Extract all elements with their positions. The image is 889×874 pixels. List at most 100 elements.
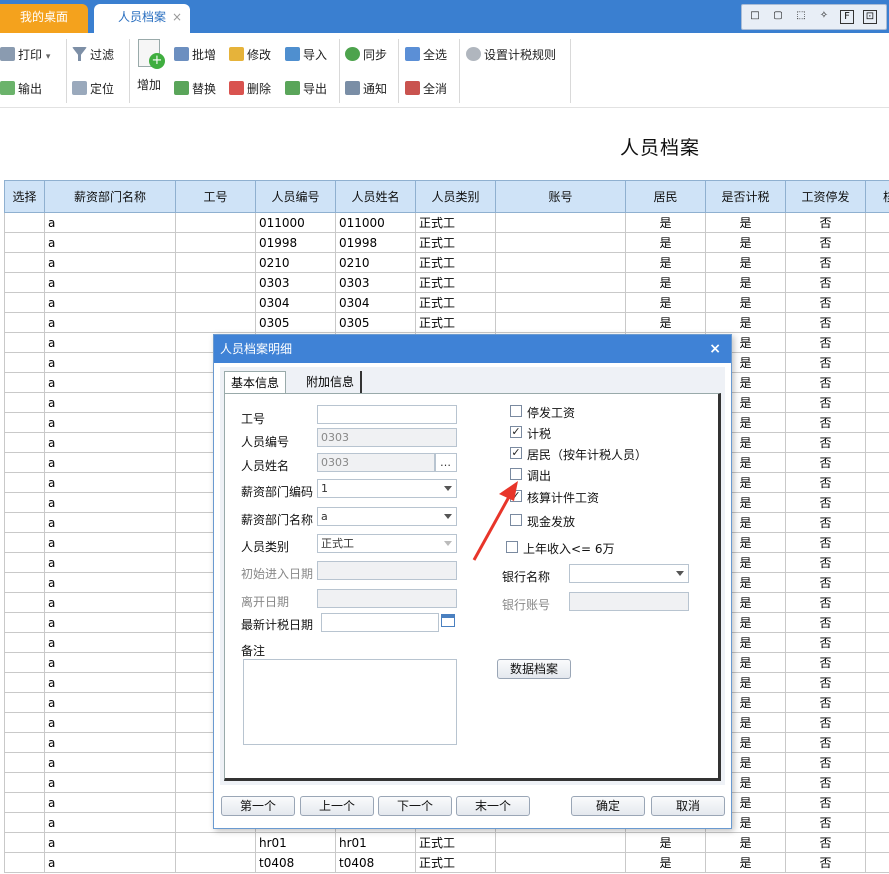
checkbox[interactable] [510, 405, 522, 417]
add-button[interactable]: + 增加 [135, 39, 167, 99]
checkbox[interactable] [506, 541, 518, 553]
checkbox[interactable]: ✓ [510, 426, 522, 438]
output-button[interactable]: 输出 [0, 79, 42, 99]
column-header[interactable]: 薪资部门名称 [44, 180, 176, 213]
batch-add-button[interactable]: 批增 [174, 45, 216, 65]
table-cell[interactable] [4, 832, 45, 853]
deselect-all-button[interactable]: 全消 [405, 79, 447, 99]
checkbox[interactable] [510, 468, 522, 480]
table-cell[interactable] [4, 552, 45, 573]
ok-button[interactable]: 确定 [571, 796, 645, 816]
table-cell[interactable] [4, 332, 45, 353]
dialog-title-bar[interactable]: 人员档案明细 × [214, 335, 731, 363]
chevron-down-icon[interactable]: ▾ [46, 52, 51, 62]
table-cell[interactable] [4, 712, 45, 733]
table-cell[interactable] [4, 692, 45, 713]
table-row[interactable]: a 01998 01998 正式工是是否 [4, 232, 889, 253]
replace-button[interactable]: 替换 [174, 79, 216, 99]
dept-name-select[interactable]: a [317, 507, 457, 526]
column-header[interactable]: 人员编号 [255, 180, 336, 213]
table-cell[interactable] [4, 212, 45, 233]
tab-personnel-file[interactable]: 人员档案 × [94, 4, 190, 33]
table-row[interactable]: a hr01 hr01 正式工是是否 [4, 832, 889, 853]
notify-button[interactable]: 通知 [345, 79, 387, 99]
column-header[interactable]: 人员姓名 [335, 180, 416, 213]
emp-no-field[interactable]: 0303 [317, 428, 457, 447]
table-cell[interactable] [4, 512, 45, 533]
f-icon[interactable]: F [840, 10, 854, 24]
bank-name-select[interactable] [569, 564, 689, 583]
table-cell[interactable] [4, 452, 45, 473]
sparkle-icon[interactable]: ✧ [817, 10, 831, 24]
table-cell[interactable] [4, 532, 45, 553]
name-field[interactable]: 0303 [317, 453, 435, 472]
modify-button[interactable]: 修改 [229, 45, 271, 65]
table-cell[interactable] [4, 472, 45, 493]
table-cell[interactable] [4, 592, 45, 613]
table-cell[interactable] [4, 612, 45, 633]
column-header[interactable]: 账号 [495, 180, 626, 213]
dotted-frame-icon[interactable]: ⬚ [794, 10, 808, 24]
table-row[interactable]: a 0305 0305 正式工是是否 [4, 312, 889, 333]
table-cell[interactable] [4, 292, 45, 313]
calendar-icon[interactable] [441, 614, 455, 627]
table-cell[interactable] [4, 372, 45, 393]
checkbox[interactable]: ✓ [510, 447, 522, 459]
table-cell[interactable] [4, 772, 45, 793]
tab-extra-info[interactable]: 附加信息 [300, 371, 363, 393]
table-cell[interactable] [4, 492, 45, 513]
exit-icon[interactable]: ⊡ [863, 10, 877, 24]
table-cell[interactable] [4, 852, 45, 873]
table-cell[interactable] [4, 392, 45, 413]
first-button[interactable]: 第一个 [221, 796, 295, 816]
table-cell[interactable] [4, 632, 45, 653]
table-cell[interactable] [4, 412, 45, 433]
table-cell[interactable] [4, 252, 45, 273]
tax-date-field[interactable] [321, 613, 439, 632]
tax-rules-button[interactable]: 设置计税规则 [466, 45, 556, 65]
table-cell[interactable] [4, 792, 45, 813]
delete-button[interactable]: 删除 [229, 79, 271, 99]
table-cell[interactable] [4, 672, 45, 693]
table-cell[interactable] [4, 812, 45, 833]
prev-button[interactable]: 上一个 [300, 796, 374, 816]
category-select[interactable]: 正式工 [317, 534, 457, 553]
print-button[interactable]: 打印 ▾ [0, 45, 50, 65]
column-header[interactable]: 核算 [865, 180, 889, 213]
column-header[interactable]: 人员类别 [415, 180, 496, 213]
tab-my-desktop[interactable]: 我的桌面 [0, 4, 88, 33]
column-header[interactable]: 居民 [625, 180, 706, 213]
table-cell[interactable] [4, 272, 45, 293]
column-header[interactable]: 是否计税 [705, 180, 786, 213]
cancel-button[interactable]: 取消 [651, 796, 725, 816]
name-lookup-button[interactable]: … [435, 453, 457, 472]
table-cell[interactable] [4, 652, 45, 673]
window-icon[interactable]: □ [748, 10, 762, 24]
table-row[interactable]: a 0210 0210 正式工是是否 [4, 252, 889, 273]
table-row[interactable]: a 0304 0304 正式工是是否 [4, 292, 889, 313]
table-cell[interactable] [4, 232, 45, 253]
filter-button[interactable]: 过滤 [72, 45, 114, 65]
column-header[interactable]: 选择 [4, 180, 45, 213]
table-row[interactable]: a 011000 011000 正式工是是否 [4, 212, 889, 233]
checkbox[interactable]: ✓ [510, 490, 522, 502]
last-button[interactable]: 末一个 [456, 796, 530, 816]
next-button[interactable]: 下一个 [378, 796, 452, 816]
table-cell[interactable] [4, 432, 45, 453]
column-header[interactable]: 工资停发 [785, 180, 866, 213]
table-cell[interactable] [4, 352, 45, 373]
dept-code-select[interactable]: 1 [317, 479, 457, 498]
table-cell[interactable] [4, 312, 45, 333]
data-archive-button[interactable]: 数据档案 [497, 659, 571, 679]
id-field[interactable] [317, 405, 457, 424]
close-tab-icon[interactable]: × [172, 4, 182, 31]
import-button[interactable]: 导入 [285, 45, 327, 65]
restore-icon[interactable]: ▢ [771, 10, 785, 24]
sync-button[interactable]: 同步 [345, 45, 387, 65]
column-header[interactable]: 工号 [175, 180, 256, 213]
tab-basic-info[interactable]: 基本信息 [224, 371, 287, 393]
export-button[interactable]: 导出 [285, 79, 327, 99]
table-cell[interactable] [4, 752, 45, 773]
locate-button[interactable]: 定位 [72, 79, 114, 99]
remark-textarea[interactable] [243, 659, 457, 745]
